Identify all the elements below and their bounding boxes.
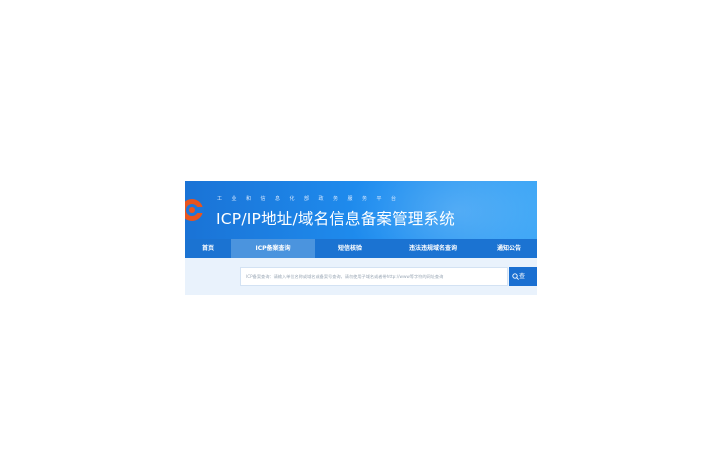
nav-item-notices[interactable]: 通知公告 <box>481 239 537 258</box>
header-banner: 工业和信息化部政务服务平台 ICP/IP地址/域名信息备案管理系统 <box>185 181 537 281</box>
nav-item-sms-verify[interactable]: 短信核验 <box>315 239 385 258</box>
main-nav: 首页 ICP备案查询 短信核验 违法违规域名查询 通知公告 <box>185 239 537 258</box>
search-input[interactable]: ICP备案查询：请输入单位名称或域名或备案号查询，请勿使用子域名或者带http:… <box>240 267 508 286</box>
search-button[interactable]: 查 <box>509 267 537 286</box>
nav-item-icp-query[interactable]: ICP备案查询 <box>231 239 315 258</box>
search-button-label: 查 <box>519 273 526 280</box>
nav-item-home[interactable]: 首页 <box>185 239 231 258</box>
page-frame: 工业和信息化部政务服务平台 ICP/IP地址/域名信息备案管理系统 首页 ICP… <box>185 181 537 295</box>
emblem-icon <box>185 199 204 221</box>
nav-item-illegal-domain[interactable]: 违法违规域名查询 <box>385 239 481 258</box>
search-icon <box>512 273 519 280</box>
page-title: ICP/IP地址/域名信息备案管理系统 <box>216 210 455 228</box>
header-subtitle: 工业和信息化部政务服务平台 <box>217 196 406 202</box>
search-area: ICP备案查询：请输入单位名称或域名或备案号查询，请勿使用子域名或者带http:… <box>185 258 537 295</box>
